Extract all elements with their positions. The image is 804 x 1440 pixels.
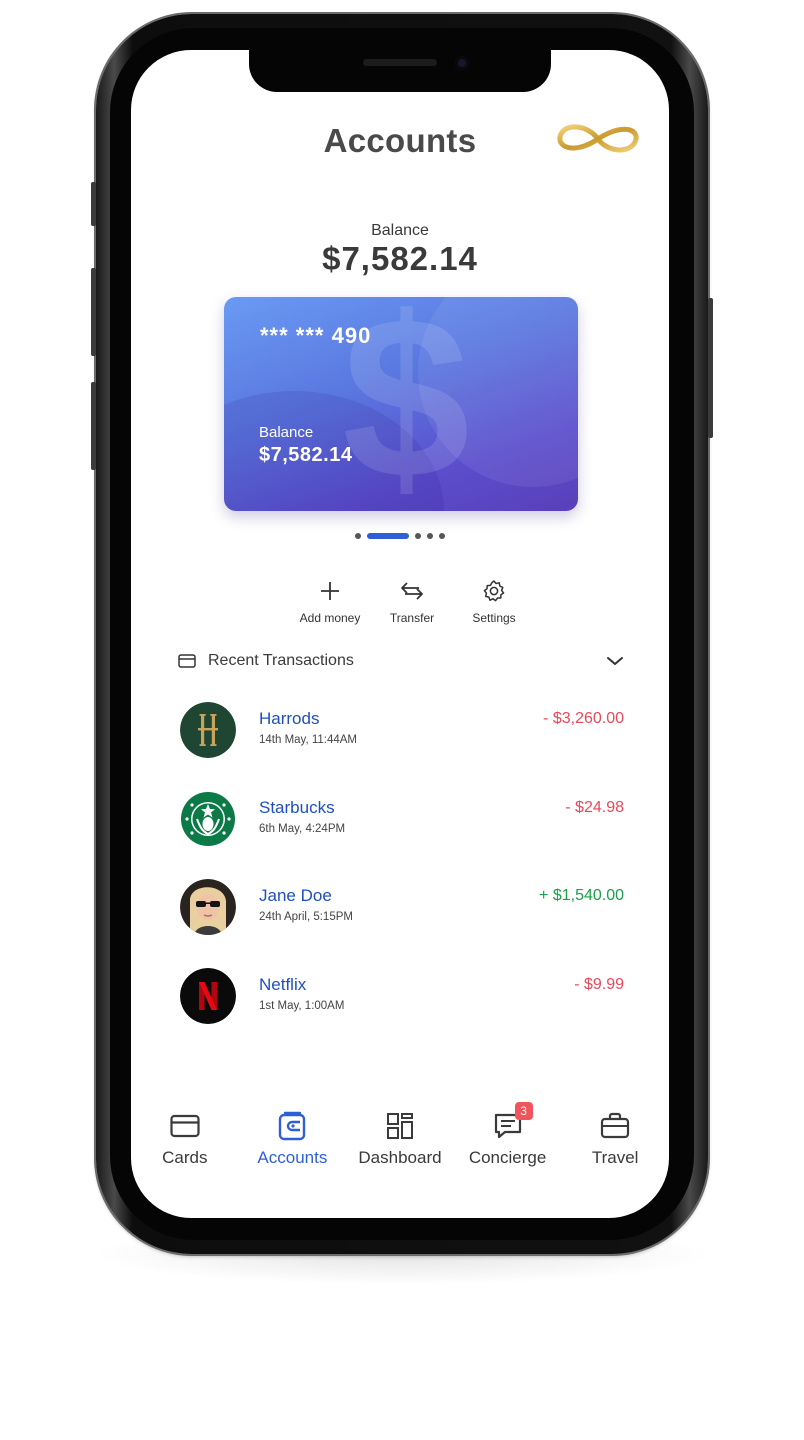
- transaction-row[interactable]: Netflix 1st May, 1:00AM - $9.99: [180, 967, 624, 1057]
- transfer-button[interactable]: Transfer: [371, 578, 453, 625]
- chat-icon: 3: [492, 1102, 533, 1142]
- transaction-amount: - $3,260.00: [543, 710, 624, 727]
- transfer-icon: [399, 578, 425, 604]
- person-photo: [180, 879, 236, 935]
- nav-travel-label: Travel: [591, 1148, 639, 1167]
- balance-value: $7,582.14: [322, 240, 478, 277]
- transaction-amount: + $1,540.00: [539, 887, 624, 904]
- nav-concierge-label: Concierge: [468, 1148, 547, 1167]
- nav-cards[interactable]: Cards: [131, 1110, 239, 1180]
- notch: [249, 50, 551, 92]
- gear-icon: [481, 578, 507, 604]
- settings-label: Settings: [472, 611, 516, 625]
- wallet-icon: [276, 1110, 308, 1142]
- silent-switch: [91, 182, 96, 226]
- balance-label: Balance: [371, 222, 429, 239]
- nav-dashboard-label: Dashboard: [358, 1148, 442, 1167]
- front-camera: [455, 56, 469, 70]
- power-button: [708, 298, 713, 438]
- pager-dot[interactable]: [415, 533, 421, 539]
- transaction-date: 14th May, 11:44AM: [259, 734, 358, 746]
- plus-icon: [317, 578, 343, 604]
- card-number: *** *** 490: [260, 323, 372, 348]
- briefcase-icon: [599, 1110, 631, 1142]
- card-pager[interactable]: [131, 532, 669, 540]
- chevron-down-icon[interactable]: [606, 655, 624, 667]
- card-icon: [178, 654, 196, 668]
- infinity-logo-icon: [557, 124, 639, 153]
- nav-travel[interactable]: Travel: [561, 1110, 669, 1180]
- transaction-row[interactable]: Jane Doe 24th April, 5:15PM + $1,540.00: [180, 879, 624, 968]
- transaction-name: Starbucks: [259, 797, 335, 817]
- card-icon: [169, 1110, 201, 1142]
- transaction-list: Harrods 14th May, 11:44AM - $3,260.00 St…: [180, 702, 624, 1056]
- nav-cards-label: Cards: [162, 1148, 208, 1167]
- dashboard-icon: [384, 1110, 416, 1142]
- speaker-grille: [363, 59, 437, 66]
- transaction-name: Harrods: [259, 709, 320, 728]
- quick-actions: Add money Transfer Settings: [289, 578, 535, 625]
- transaction-amount: - $9.99: [574, 975, 624, 993]
- starbucks-logo: [180, 790, 236, 847]
- recent-transactions-header[interactable]: Recent Transactions: [178, 650, 624, 672]
- volume-up-button: [91, 268, 96, 356]
- pager-dot[interactable]: [439, 533, 445, 539]
- add-money-button[interactable]: Add money: [289, 578, 371, 625]
- transaction-row[interactable]: Harrods 14th May, 11:44AM - $3,260.00: [180, 702, 624, 791]
- transaction-row[interactable]: Starbucks 6th May, 4:24PM - $24.98: [180, 790, 624, 880]
- nav-accounts-label: Accounts: [257, 1148, 328, 1167]
- bottom-navigation: Cards Accounts Dashboard 3 Concierge Tra…: [131, 1102, 669, 1180]
- transaction-date: 6th May, 4:24PM: [259, 822, 346, 835]
- app-screen: Accounts Balance $7,582.14 $ *** *** 490…: [131, 50, 669, 1218]
- transaction-name: Netflix: [259, 974, 307, 994]
- card-balance-value: $7,582.14: [259, 444, 353, 466]
- netflix-logo: [180, 967, 236, 1024]
- pager-dot[interactable]: [355, 533, 361, 539]
- add-money-label: Add money: [299, 611, 361, 625]
- recent-transactions-title: Recent Transactions: [208, 652, 354, 669]
- transaction-amount: - $24.98: [565, 798, 624, 816]
- harrods-logo: [180, 702, 236, 758]
- nav-dashboard[interactable]: Dashboard: [346, 1110, 454, 1180]
- transfer-label: Transfer: [389, 611, 435, 625]
- transaction-date: 1st May, 1:00AM: [259, 999, 345, 1012]
- transaction-name: Jane Doe: [259, 886, 332, 905]
- account-card[interactable]: $ *** *** 490 Balance $7,582.14: [224, 297, 578, 511]
- notification-badge: 3: [514, 1102, 533, 1120]
- transaction-date: 24th April, 5:15PM: [259, 911, 353, 923]
- nav-concierge[interactable]: 3 Concierge: [454, 1102, 562, 1180]
- nav-accounts[interactable]: Accounts: [239, 1110, 347, 1180]
- card-balance-label: Balance: [259, 424, 314, 441]
- pager-dot[interactable]: [427, 533, 433, 539]
- settings-button[interactable]: Settings: [453, 578, 535, 625]
- pager-dot-active[interactable]: [367, 533, 409, 539]
- volume-down-button: [91, 382, 96, 470]
